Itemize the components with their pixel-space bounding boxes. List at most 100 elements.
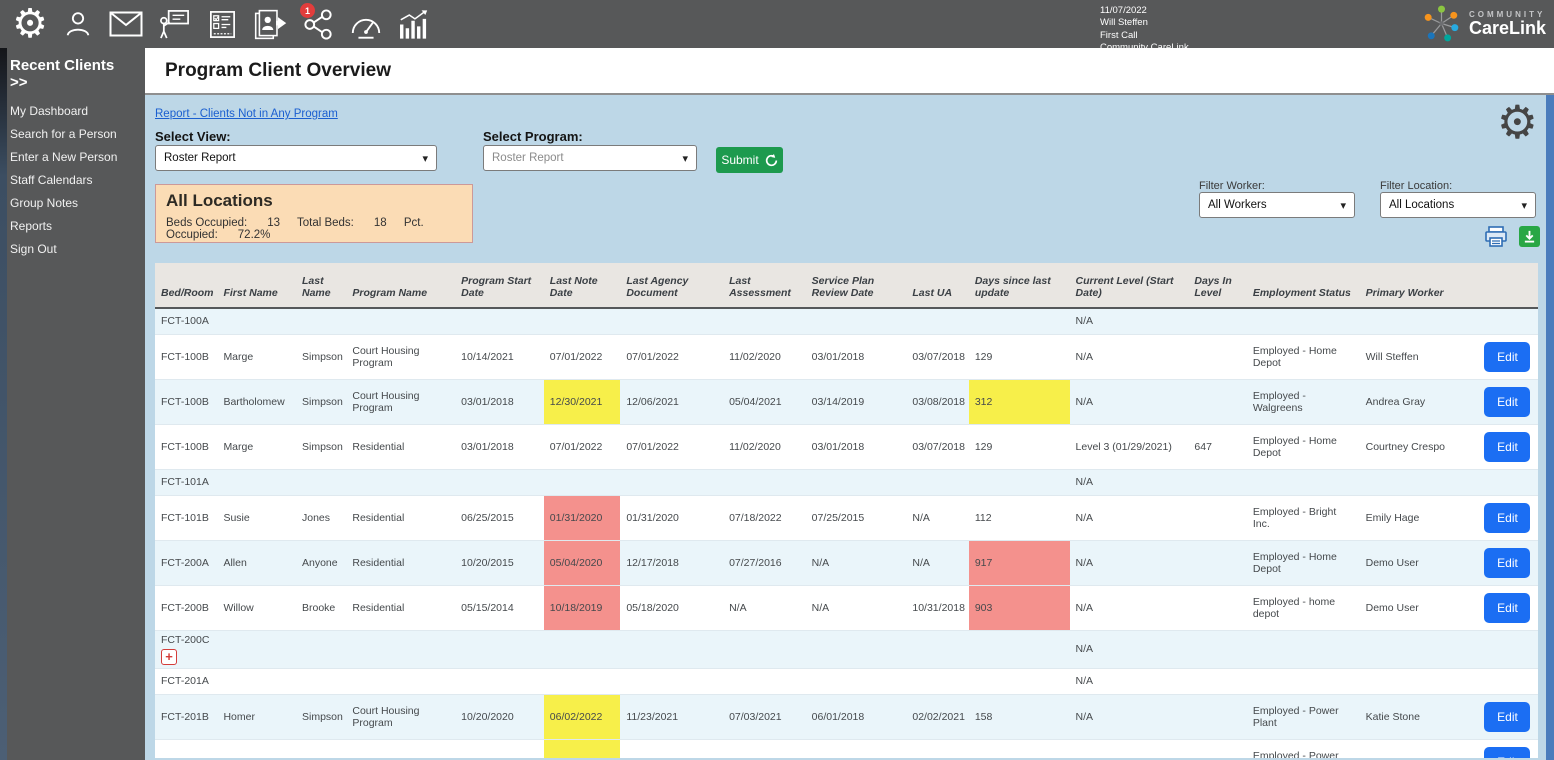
cell-assessment [723,668,806,694]
cell-start [455,739,544,758]
cell-review: N/A [806,540,907,585]
sidebar-item-my-dashboard[interactable]: My Dashboard [0,100,145,123]
cell-edit: Edit [1478,739,1538,758]
table-row: FCT-201AN/A [155,668,1538,694]
cell-level: N/A [1070,694,1189,739]
cell-worker: Will Steffen [1360,334,1479,379]
cell-worker: Courtney Crespo [1360,424,1479,469]
edit-button[interactable]: Edit [1484,342,1530,372]
cell-days [969,469,1070,495]
sidebar-item-search-for-a-person[interactable]: Search for a Person [0,123,145,146]
edit-button[interactable]: Edit [1484,548,1530,578]
cell-review [806,308,907,334]
cell-program: Residential [346,424,455,469]
cell-days-in [1188,469,1246,495]
cell-employment: Employed - home depot [1247,585,1360,630]
submit-button[interactable]: Submit [716,147,783,173]
cell-assessment: N/A [723,585,806,630]
speedometer-icon[interactable] [346,2,386,46]
cell-ua [906,469,968,495]
cell-edit: Edit [1478,334,1538,379]
column-header: Last Note Date [544,263,621,308]
chevron-down-icon: ▾ [682,152,688,165]
roster-table-wrap: Bed/RoomFirst NameLast NameProgram NameP… [155,263,1538,758]
print-icon[interactable] [1484,226,1508,253]
cell-level: Level 3 (01/29/2021) [1070,424,1189,469]
cell-days: 129 [969,334,1070,379]
beds-occupied-value: 13 [267,217,280,229]
cell-agency: 07/01/2022 [620,424,723,469]
cell-employment: Employed - Home Depot [1247,424,1360,469]
select-view-label: Select View: [155,129,231,144]
vertical-scrollbar[interactable] [1546,95,1554,760]
sidebar-item-enter-a-new-person[interactable]: Enter a New Person [0,146,145,169]
edit-button[interactable]: Edit [1484,593,1530,623]
carelink-logo: COMMUNITY CareLink [1421,3,1546,44]
cell-edit [1478,630,1538,668]
cell-bed: FCT-201A [155,668,217,694]
cell-program: Residential [346,540,455,585]
cell-start [455,469,544,495]
share-network-icon[interactable]: 1 [298,2,338,46]
content-area: Report - Clients Not in Any Program Sele… [145,95,1554,758]
sidebar-item-reports[interactable]: Reports [0,215,145,238]
presentation-icon[interactable] [154,2,194,46]
report-clients-not-in-program-link[interactable]: Report - Clients Not in Any Program [155,108,338,120]
cell-note: 07/01/2022 [544,334,621,379]
pct-occupied-value: 72.2% [238,229,271,241]
edit-button[interactable]: Edit [1484,387,1530,417]
cell-days [969,668,1070,694]
edit-button[interactable]: Edit [1484,702,1530,732]
cell-edit: Edit [1478,424,1538,469]
user-icon[interactable] [58,2,98,46]
cell-note: 07/01/2022 [544,424,621,469]
cell-days: 112 [969,495,1070,540]
cell-last [296,469,346,495]
filter-location-dropdown[interactable]: All Locations ▾ [1380,192,1536,218]
referral-icon[interactable] [250,2,290,46]
settings-gear-icon[interactable]: ⚙ [1497,97,1538,147]
select-view-dropdown[interactable]: Roster Report ▾ [155,145,437,171]
cell-note [544,308,621,334]
mail-icon[interactable] [106,2,146,46]
edit-button[interactable]: Edit [1484,747,1530,759]
cell-assessment: 11/02/2020 [723,424,806,469]
cell-days-in [1188,694,1246,739]
cell-worker: Emily Hage [1360,495,1479,540]
page-header: Program Client Overview [145,48,1554,95]
cell-ua: 03/08/2018 [906,379,968,424]
roster-table: Bed/RoomFirst NameLast NameProgram NameP… [155,263,1538,758]
cell-agency: 07/01/2022 [620,334,723,379]
bar-chart-icon[interactable] [394,2,434,46]
cell-first [217,668,296,694]
gear-icon[interactable]: ⚙ [10,2,50,46]
session-user: Will Steffen [1100,17,1189,29]
cell-agency [620,308,723,334]
filter-worker-dropdown[interactable]: All Workers ▾ [1199,192,1355,218]
table-row: FCT-200C+N/A [155,630,1538,668]
table-row: FCT-100BMargeSimpsonResidential03/01/201… [155,424,1538,469]
cell-assessment: 07/27/2016 [723,540,806,585]
cell-note: 01/31/2020 [544,495,621,540]
edit-button[interactable]: Edit [1484,503,1530,533]
sidebar-item-group-notes[interactable]: Group Notes [0,192,145,215]
add-client-button[interactable]: + [161,649,177,665]
cell-bed: FCT-101B [155,495,217,540]
sidebar-item-staff-calendars[interactable]: Staff Calendars [0,169,145,192]
cell-note [544,469,621,495]
table-row: FCT-200AAllenAnyoneResidential10/20/2015… [155,540,1538,585]
cell-program [346,630,455,668]
cell-worker [1360,308,1479,334]
checklist-icon[interactable] [202,2,242,46]
cell-days: 903 [969,585,1070,630]
cell-edit: Edit [1478,694,1538,739]
edit-button[interactable]: Edit [1484,432,1530,462]
column-header: Days since last update [969,263,1070,308]
bed-room-label: FCT-100A [161,315,211,327]
select-program-dropdown[interactable]: Roster Report ▾ [483,145,697,171]
total-beds-label: Total Beds: [297,217,354,229]
sidebar-item-sign-out[interactable]: Sign Out [0,238,145,261]
export-download-icon[interactable] [1519,226,1540,247]
sidebar-header-recent-clients[interactable]: Recent Clients >> [0,53,145,100]
cell-note: 06/02/2022 [544,694,621,739]
